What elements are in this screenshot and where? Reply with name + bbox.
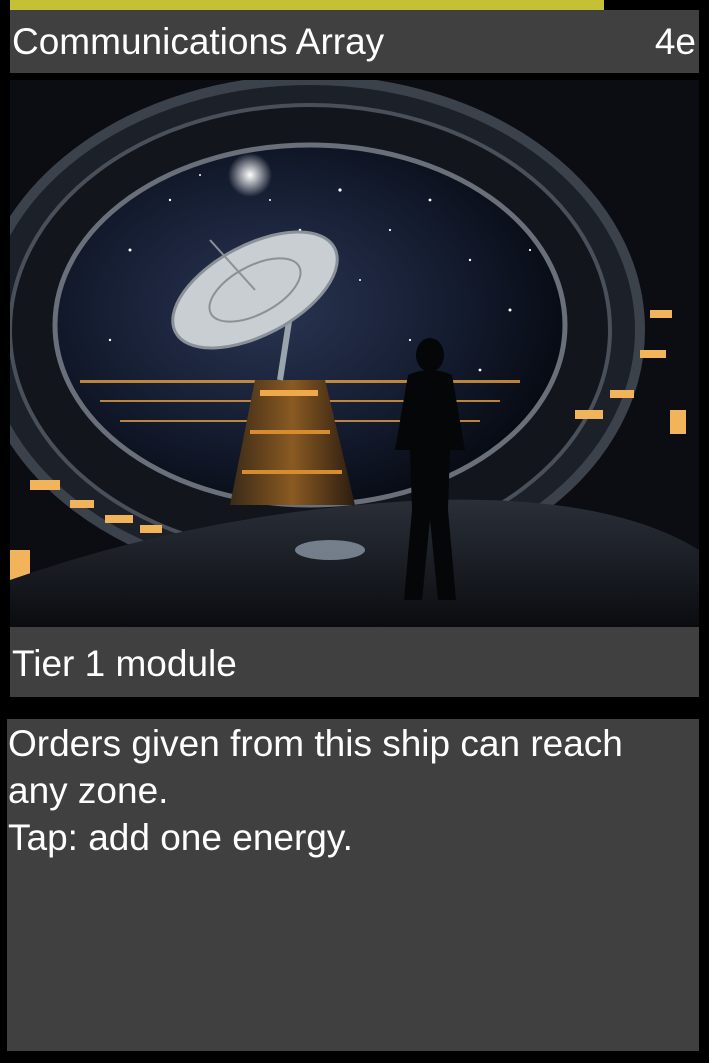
card-artwork xyxy=(10,80,699,627)
card-type-line: Tier 1 module xyxy=(12,643,237,684)
rules-text-line: Orders given from this ship can reach xyxy=(8,723,623,764)
card-rules-box: Orders given from this ship can reach an… xyxy=(7,719,699,1051)
card-type-bar: Tier 1 module xyxy=(10,627,699,697)
card-name: Communications Array xyxy=(12,21,385,62)
card-cost: 4e xyxy=(654,21,696,62)
rules-text-line: any zone. xyxy=(8,770,169,811)
space-station-artwork-icon xyxy=(10,80,699,627)
rules-text-line: Tap: add one energy. xyxy=(8,817,353,858)
card-title-bar: Communications Array 4e xyxy=(10,10,699,73)
